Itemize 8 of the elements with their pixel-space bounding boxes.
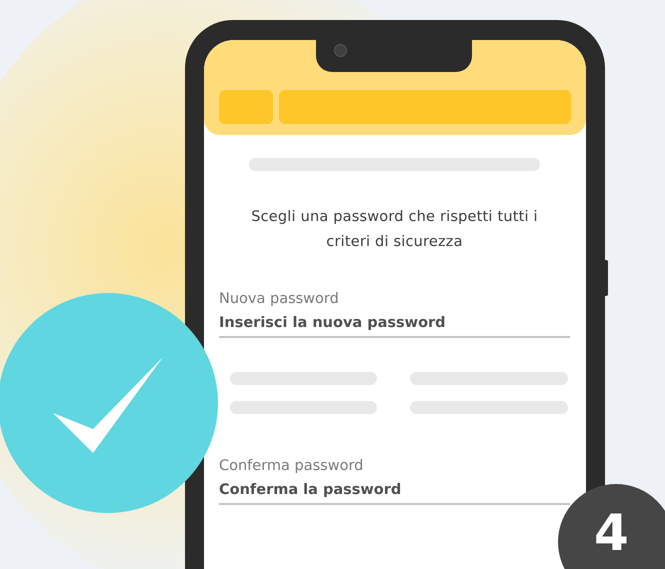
- field-label: Conferma password: [219, 457, 364, 476]
- camera-icon: [334, 44, 347, 57]
- password-field[interactable]: Conferma la password: [219, 476, 405, 503]
- field-label: Nuova password: [219, 290, 340, 309]
- step-number: 4: [558, 484, 665, 569]
- heading-text: Scegli una password che rispetti tutti i criteri di sicurezza: [250, 208, 539, 252]
- header-placeholder-bar: [219, 90, 273, 124]
- password-field[interactable]: Inserisci la nuova password: [219, 309, 450, 336]
